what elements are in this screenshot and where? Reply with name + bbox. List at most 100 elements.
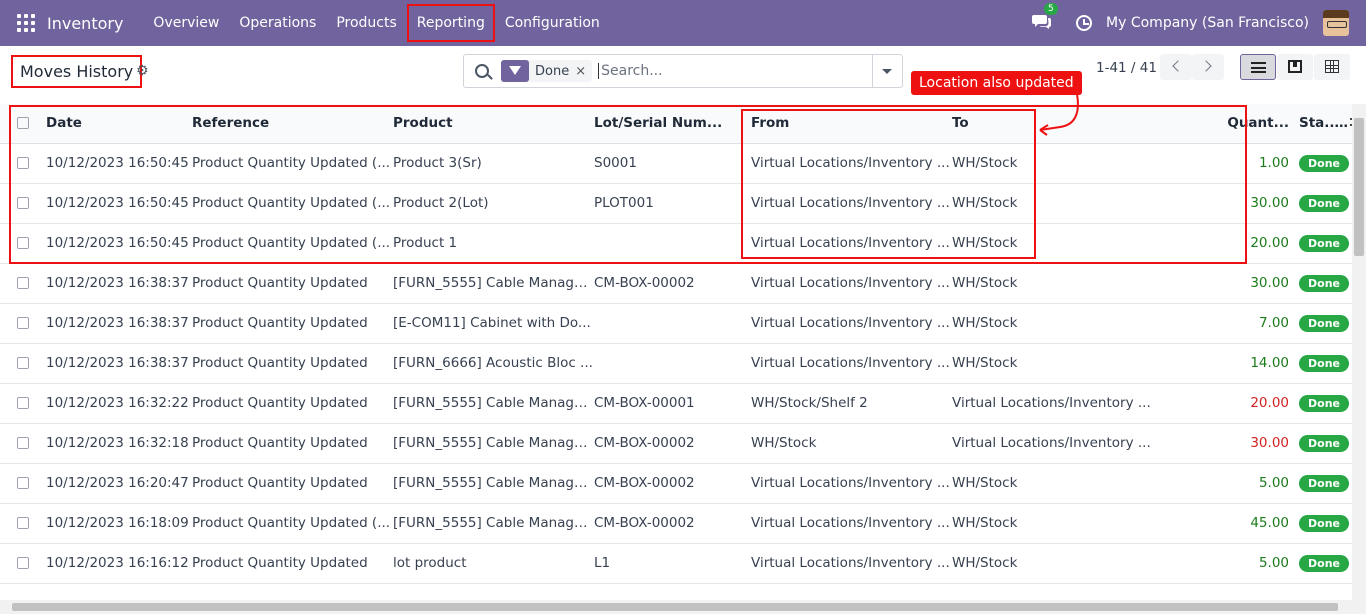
cell-from: Virtual Locations/Inventory ... (751, 303, 952, 344)
cell-to: WH/Stock (952, 503, 1153, 544)
row-checkbox[interactable] (17, 317, 29, 329)
col-header-reference[interactable]: Reference (192, 104, 393, 144)
cell-product: [FURN_5555] Cable Manage... (393, 263, 594, 304)
table-row[interactable]: 10/12/2023 16:38:37 Product Quantity Upda… (0, 303, 1352, 344)
chat-button[interactable]: 5 (1032, 3, 1058, 33)
cell-date: 10/12/2023 16:32:22 (46, 383, 192, 424)
cell-to: WH/Stock (952, 463, 1153, 504)
cell-lot: CM-BOX-00001 (594, 383, 751, 424)
cell-product: lot product (393, 543, 594, 584)
menu-configuration[interactable]: Configuration (495, 0, 610, 46)
col-header-from[interactable]: From (751, 104, 952, 144)
facet-remove-icon[interactable]: × (575, 64, 592, 79)
row-checkbox[interactable] (17, 197, 29, 209)
cell-product: [FURN_5555] Cable Manage... (393, 463, 594, 504)
cell-lot: CM-BOX-00002 (594, 423, 751, 464)
select-all-checkbox[interactable] (17, 117, 29, 130)
apps-menu-icon[interactable] (17, 14, 35, 32)
cell-select (0, 223, 46, 264)
col-header-date[interactable]: Date (46, 104, 192, 144)
row-checkbox[interactable] (17, 477, 29, 489)
col-header-quantity[interactable]: Quant... (1153, 104, 1299, 144)
row-checkbox[interactable] (17, 517, 29, 529)
row-checkbox[interactable] (17, 557, 29, 569)
table-row[interactable]: 10/12/2023 16:20:47 Product Quantity Upda… (0, 463, 1352, 504)
cell-to: WH/Stock (952, 143, 1153, 184)
cell-quantity: 30.00 (1153, 423, 1299, 464)
cell-product: [E-COM11] Cabinet with Do... (393, 303, 594, 344)
table-row[interactable]: 10/12/2023 16:38:37 Product Quantity Upda… (0, 343, 1352, 384)
pager-previous-button[interactable] (1160, 54, 1192, 80)
col-header-to[interactable]: To (952, 104, 1153, 144)
search-options-toggle[interactable] (872, 55, 902, 87)
pager-next-button[interactable] (1192, 54, 1224, 80)
search-input[interactable] (598, 63, 869, 79)
row-checkbox[interactable] (17, 157, 29, 169)
table-row[interactable]: 10/12/2023 16:50:45 Product Quantity Upda… (0, 223, 1352, 264)
cell-select (0, 303, 46, 344)
cell-to: WH/Stock (952, 263, 1153, 304)
table-row[interactable]: 10/12/2023 16:50:45 Product Quantity Upda… (0, 183, 1352, 224)
vertical-scroll-thumb[interactable] (1354, 118, 1364, 256)
cell-product: [FURN_6666] Acoustic Bloc ... (393, 343, 594, 384)
row-checkbox[interactable] (17, 357, 29, 369)
menu-reporting[interactable]: Reporting (406, 0, 495, 46)
table-row[interactable]: 10/12/2023 16:38:37 Product Quantity Upda… (0, 263, 1352, 304)
pivot-view-button[interactable] (1314, 54, 1350, 80)
table-row[interactable]: 10/12/2023 16:16:12 Product Quantity Upda… (0, 543, 1352, 584)
navbar-right: 5 My Company (San Francisco) (1032, 0, 1366, 46)
user-avatar[interactable] (1323, 10, 1349, 36)
gear-icon[interactable]: ⚙ (136, 63, 149, 79)
search-icon[interactable] (475, 64, 489, 78)
row-checkbox[interactable] (17, 437, 29, 449)
cell-select (0, 343, 46, 384)
cell-date: 10/12/2023 16:20:47 (46, 463, 192, 504)
company-switcher[interactable]: My Company (San Francisco) (1106, 15, 1309, 31)
filter-icon (501, 60, 529, 82)
row-checkbox[interactable] (17, 237, 29, 249)
status-badge: Done (1299, 554, 1349, 572)
menu-overview[interactable]: Overview (143, 0, 229, 46)
cell-quantity: 30.00 (1153, 263, 1299, 304)
cell-select (0, 143, 46, 184)
cell-lot: S0001 (594, 143, 751, 184)
status-badge: Done (1299, 314, 1349, 332)
cell-reference: Product Quantity Updated (192, 463, 393, 504)
menu-products[interactable]: Products (326, 0, 406, 46)
horizontal-scroll-thumb[interactable] (12, 603, 1338, 611)
cell-from: Virtual Locations/Inventory ... (751, 143, 952, 184)
col-header-status-label[interactable]: Sta... (1299, 115, 1348, 131)
cell-product: Product 2(Lot) (393, 183, 594, 224)
pager-value[interactable]: 1-41 / 41 (1096, 60, 1157, 76)
cell-lot (594, 303, 751, 344)
cell-quantity: 14.00 (1153, 343, 1299, 384)
list-view-icon (1251, 62, 1266, 73)
kanban-view-button[interactable] (1277, 54, 1313, 80)
col-header-product[interactable]: Product (393, 104, 594, 144)
col-header-status: Sta... (1299, 104, 1352, 144)
cell-from: Virtual Locations/Inventory ... (751, 343, 952, 384)
cell-status: Done (1299, 383, 1352, 424)
cell-reference: Product Quantity Updated (... (192, 503, 393, 544)
table-row[interactable]: 10/12/2023 16:18:09 Product Quantity Upda… (0, 503, 1352, 544)
row-checkbox[interactable] (17, 397, 29, 409)
menu-operations[interactable]: Operations (229, 0, 326, 46)
status-badge: Done (1299, 154, 1349, 172)
cell-reference: Product Quantity Updated (192, 423, 393, 464)
app-brand[interactable]: Inventory (47, 14, 123, 33)
row-checkbox[interactable] (17, 277, 29, 289)
list-view-button[interactable] (1240, 54, 1276, 80)
col-header-lot[interactable]: Lot/Serial Num... (594, 104, 751, 144)
table-row[interactable]: 10/12/2023 16:50:45 Product Quantity Upda… (0, 143, 1352, 184)
table-body: 10/12/2023 16:50:45 Product Quantity Upda… (0, 143, 1352, 584)
cell-reference: Product Quantity Updated (192, 303, 393, 344)
status-badge: Done (1299, 514, 1349, 532)
table-row[interactable]: 10/12/2023 16:32:18 Product Quantity Upda… (0, 423, 1352, 464)
kanban-view-icon (1288, 60, 1302, 73)
table-row[interactable]: 10/12/2023 16:32:22 Product Quantity Upda… (0, 383, 1352, 424)
vertical-scrollbar[interactable] (1352, 104, 1366, 600)
activity-clock-icon[interactable] (1076, 15, 1093, 31)
cell-status: Done (1299, 423, 1352, 464)
horizontal-scrollbar[interactable] (0, 600, 1366, 614)
cell-from: Virtual Locations/Inventory ... (751, 183, 952, 224)
